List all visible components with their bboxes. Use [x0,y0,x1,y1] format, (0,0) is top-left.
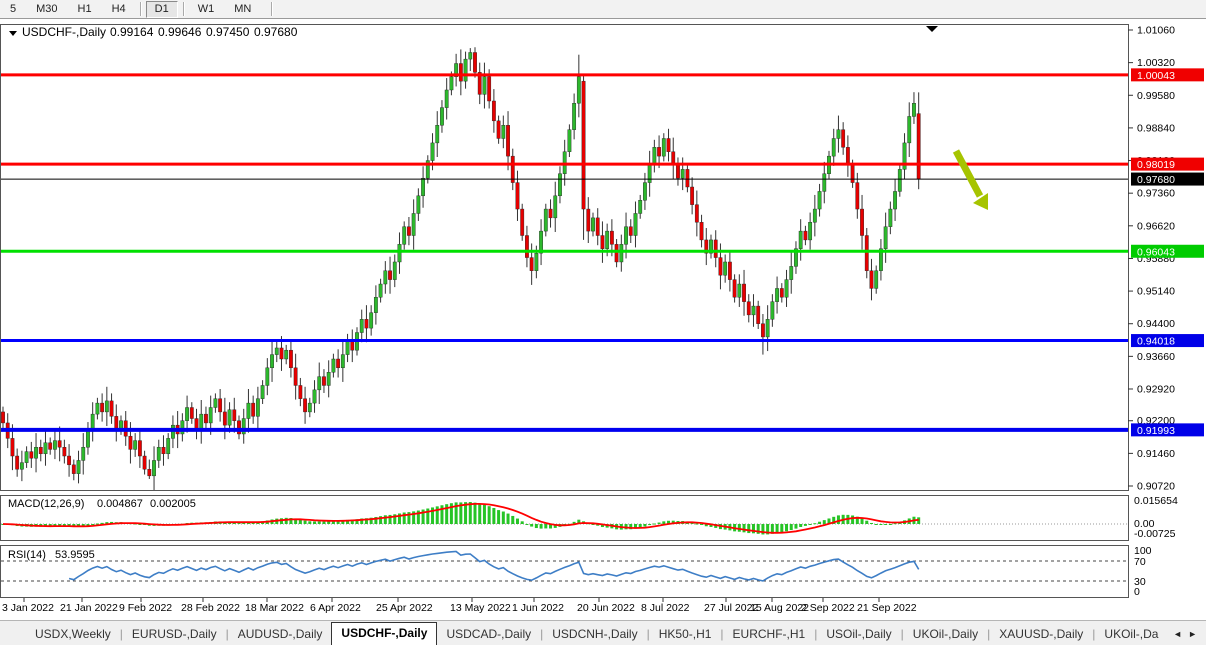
date-tick-label: 25 Apr 2022 [376,602,433,614]
tab-scroll-buttons: ◄► [1173,629,1203,639]
macd-axis-bottom: -0.00725 [1134,528,1176,540]
price-tag-1.00043: 1.00043 [1131,68,1204,82]
price-tag-0.91993: 0.91993 [1131,423,1204,437]
main-chart-frame [1,25,1129,491]
price-tick-label: 0.99580 [1137,90,1175,102]
chart-tab-usdcad-daily[interactable]: USDCAD-,Daily [437,624,540,645]
price-tag-0.96043: 0.96043 [1131,245,1204,259]
chart-tab-usdx-weekly[interactable]: USDX,Weekly [26,624,120,645]
date-tick-label: 1 Jun 2022 [512,602,564,614]
svg-text:0.97680: 0.97680 [1137,174,1175,186]
chart-area[interactable]: USDCHF-,Daily 0.99164 0.99646 0.97450 0.… [0,0,1206,620]
price-tick-label: 0.91460 [1137,448,1175,460]
rsi-axis-70: 70 [1134,556,1146,568]
chart-tab-usdcnh-daily[interactable]: USDCNH-,Daily [543,624,646,645]
date-tick-label: 18 Mar 2022 [245,602,304,614]
macd-axis-top: 0.015654 [1134,495,1178,507]
ohlc-low: 0.97450 [206,25,250,39]
chart-tab-ukoil-daily[interactable]: UKOil-,Daily [904,624,987,645]
chart-tab-audusd-daily[interactable]: AUDUSD-,Daily [229,624,332,645]
ohlc-high: 0.99646 [158,25,202,39]
chart-tab-xauusd-daily[interactable]: XAUUSD-,Daily [990,624,1092,645]
chart-title: USDCHF-,Daily 0.99164 0.99646 0.97450 0.… [9,25,298,39]
tab-scroll-right-icon[interactable]: ► [1188,629,1203,639]
date-tick-label: 3 Jan 2022 [2,602,54,614]
price-tick-label: 0.93660 [1137,351,1175,363]
symbol-label: USDCHF-,Daily [22,25,106,39]
price-tick-label: 0.94400 [1137,318,1175,330]
chart-tab-hk50-h1[interactable]: HK50-,H1 [650,624,721,645]
price-tick-label: 0.96620 [1137,220,1175,232]
date-tick-label: 8 Jul 2022 [641,602,690,614]
date-tick-label: 13 May 2022 [450,602,511,614]
svg-text:0.94018: 0.94018 [1137,336,1175,348]
price-tick-label: 1.00320 [1137,57,1175,69]
rsi-value: 53.9595 [55,549,95,561]
price-tick-label: 0.92920 [1137,383,1175,395]
rsi-panel-frame [1,546,1129,598]
chart-tab-ukoil-da[interactable]: UKOil-,Da [1095,624,1167,645]
price-tick-label: 0.90720 [1137,481,1175,493]
price-tag-0.97680: 0.97680 [1131,173,1204,187]
price-tick-label: 0.97360 [1137,188,1175,200]
date-tick-label: 20 Jun 2022 [577,602,635,614]
price-tag-0.98019: 0.98019 [1131,158,1204,172]
rsi-axis-0: 0 [1134,586,1140,598]
macd-value-signal: 0.002005 [150,498,196,510]
chart-tab-usdchf-daily[interactable]: USDCHF-,Daily [331,622,437,645]
mt4-window: { "toolbar": { "timeframes": [ {"label":… [0,0,1206,644]
rsi-label: RSI(14) [8,549,46,561]
macd-value-main: 0.004867 [97,498,143,510]
svg-text:0.91993: 0.91993 [1137,425,1175,437]
date-axis[interactable]: 3 Jan 2022 21 Jan 20229 Feb 2022 28 Feb 20… [2,598,917,614]
date-tick-label: 9 Feb 2022 [119,602,172,614]
chart-tab-bar: USDX,Weekly|EURUSD-,Daily|AUDUSD-,DailyU… [0,620,1206,645]
date-tick-label: 2 Sep 2022 [801,602,855,614]
svg-text:1.00043: 1.00043 [1137,70,1175,82]
chart-tab-usoil-daily[interactable]: USOil-,Daily [817,624,900,645]
date-tick-label: 21 Sep 2022 [857,602,917,614]
price-tick-label: 0.98840 [1137,122,1175,134]
ohlc-close: 0.97680 [254,25,298,39]
price-tick-label: 0.95140 [1137,286,1175,298]
date-tick-label: 6 Apr 2022 [310,602,361,614]
macd-label: MACD(12,26,9) [8,498,84,510]
price-tag-0.94018: 0.94018 [1131,334,1204,348]
chart-tab-eurusd-daily[interactable]: EURUSD-,Daily [123,624,226,645]
date-tick-label: 21 Jan 2022 [60,602,118,614]
price-tick-label: 1.01060 [1137,25,1175,37]
tab-scroll-left-icon[interactable]: ◄ [1173,629,1188,639]
svg-text:0.98019: 0.98019 [1137,159,1175,171]
svg-text:0.96043: 0.96043 [1137,246,1175,258]
price-axis[interactable]: 1.010601.003200.995800.988400.981000.973… [1128,25,1204,493]
date-tick-label: 28 Feb 2022 [181,602,240,614]
chart-tab-eurchf-h1[interactable]: EURCHF-,H1 [724,624,815,645]
ohlc-open: 0.99164 [110,25,154,39]
